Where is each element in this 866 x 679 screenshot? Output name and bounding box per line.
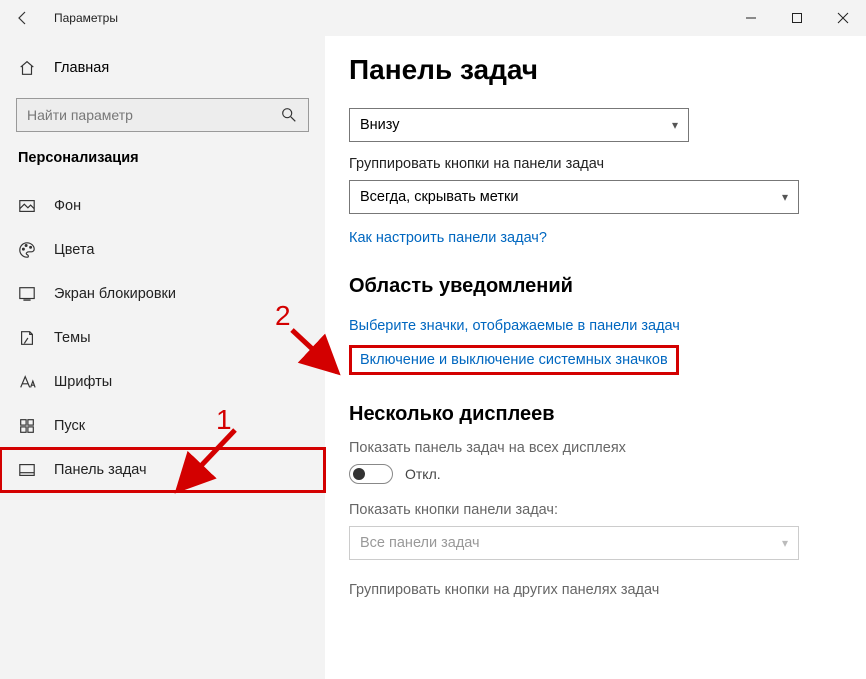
search-icon xyxy=(280,106,298,124)
sidebar-item-lockscreen[interactable]: Экран блокировки xyxy=(0,272,325,316)
sidebar-home-label: Главная xyxy=(54,60,109,76)
group-other-label: Группировать кнопки на других панелях за… xyxy=(349,582,838,598)
show-buttons-on-dropdown: Все панели задач ▾ xyxy=(349,526,799,560)
show-buttons-on-label: Показать кнопки панели задач: xyxy=(349,502,838,518)
minimize-button[interactable] xyxy=(728,0,774,36)
sidebar-item-label: Панель задач xyxy=(54,462,147,478)
sidebar-item-label: Цвета xyxy=(54,242,94,258)
sidebar: Главная Персонализация Фон Цвета Экран б… xyxy=(0,36,325,679)
sidebar-item-label: Шрифты xyxy=(54,374,112,390)
window-title: Параметры xyxy=(54,11,118,25)
sidebar-home[interactable]: Главная xyxy=(0,48,325,88)
close-button[interactable] xyxy=(820,0,866,36)
themes-icon xyxy=(18,329,36,347)
taskbar-position-dropdown[interactable]: Внизу ▾ xyxy=(349,108,689,142)
lockscreen-icon xyxy=(18,285,36,303)
titlebar: Параметры xyxy=(0,0,866,36)
start-icon xyxy=(18,417,36,435)
toggle-state-label: Откл. xyxy=(405,466,441,482)
fonts-icon xyxy=(18,373,36,391)
toggle-pill xyxy=(349,464,393,484)
sidebar-item-fonts[interactable]: Шрифты xyxy=(0,360,325,404)
system-icons-link[interactable]: Включение и выключение системных значков xyxy=(349,345,679,375)
sidebar-item-taskbar[interactable]: Панель задач xyxy=(0,448,325,492)
group-buttons-label: Группировать кнопки на панели задач xyxy=(349,156,838,172)
chevron-down-icon: ▾ xyxy=(782,190,788,204)
notification-area-heading: Область уведомлений xyxy=(349,275,838,298)
group-buttons-dropdown[interactable]: Всегда, скрывать метки ▾ xyxy=(349,180,799,214)
sidebar-item-start[interactable]: Пуск xyxy=(0,404,325,448)
sidebar-item-background[interactable]: Фон xyxy=(0,184,325,228)
dropdown-value: Все панели задач xyxy=(360,535,480,551)
sidebar-item-label: Пуск xyxy=(54,418,85,434)
sidebar-item-colors[interactable]: Цвета xyxy=(0,228,325,272)
help-link[interactable]: Как настроить панели задач? xyxy=(349,230,547,246)
select-icons-link[interactable]: Выберите значки, отображаемые в панели з… xyxy=(349,318,680,334)
window-controls xyxy=(728,0,866,36)
multiple-displays-heading: Несколько дисплеев xyxy=(349,403,838,426)
dropdown-value: Внизу xyxy=(360,117,400,133)
dropdown-value: Всегда, скрывать метки xyxy=(360,189,518,205)
home-icon xyxy=(18,59,36,77)
search-box[interactable] xyxy=(16,98,309,132)
sidebar-item-label: Темы xyxy=(54,330,91,346)
sidebar-item-themes[interactable]: Темы xyxy=(0,316,325,360)
palette-icon xyxy=(18,241,36,259)
maximize-button[interactable] xyxy=(774,0,820,36)
search-input[interactable] xyxy=(27,107,247,123)
sidebar-section-label: Персонализация xyxy=(0,150,325,166)
show-on-all-label: Показать панель задач на всех дисплеях xyxy=(349,440,838,456)
sidebar-item-label: Экран блокировки xyxy=(54,286,176,302)
sidebar-item-label: Фон xyxy=(54,198,81,214)
show-on-all-toggle[interactable]: Откл. xyxy=(349,464,838,484)
page-title: Панель задач xyxy=(349,54,838,86)
taskbar-icon xyxy=(18,461,36,479)
main-panel: Панель задач Внизу ▾ Группировать кнопки… xyxy=(325,36,866,679)
image-icon xyxy=(18,197,36,215)
back-button[interactable] xyxy=(0,0,46,36)
chevron-down-icon: ▾ xyxy=(782,536,788,550)
chevron-down-icon: ▾ xyxy=(672,118,678,132)
